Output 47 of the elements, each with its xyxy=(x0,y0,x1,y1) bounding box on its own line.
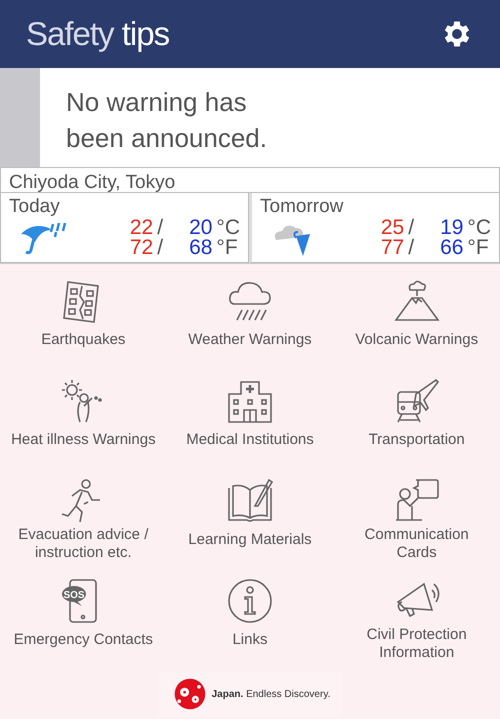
high-temperature: 72 xyxy=(130,238,154,258)
menu-item[interactable]: Transportation xyxy=(333,372,500,472)
high-temperature: 25 xyxy=(380,218,404,238)
separator: / xyxy=(157,238,164,258)
low-temperature: 66 xyxy=(440,238,464,258)
menu-label: Civil Protection Information xyxy=(366,626,467,663)
menu-item[interactable]: Links xyxy=(166,572,334,672)
menu-item[interactable]: Evacuation advice / instruction etc. xyxy=(0,472,167,572)
menu-label: Volcanic Warnings xyxy=(355,330,478,350)
menu-label: Heat illness Warnings xyxy=(11,430,156,450)
menu-item[interactable]: Medical Institutions xyxy=(166,372,334,472)
menu-label: Transportation xyxy=(368,430,465,450)
menu-label: Links xyxy=(232,630,268,650)
menu-item[interactable]: Volcanic Warnings xyxy=(333,272,500,372)
temperature-unit: °F xyxy=(216,238,239,258)
high-temperature: 22 xyxy=(130,218,154,238)
temperature-unit: °F xyxy=(467,238,490,258)
day-label: Today xyxy=(9,196,61,218)
low-temperature: 19 xyxy=(440,218,464,238)
menu-item[interactable]: Civil Protection Information xyxy=(333,572,500,672)
menu-item[interactable]: Earthquakes xyxy=(0,272,167,372)
temperature-unit: °C xyxy=(467,218,491,238)
day-label: Tomorrow xyxy=(260,196,344,218)
low-temperature: 68 xyxy=(189,238,212,258)
temperature-unit: °C xyxy=(216,218,240,238)
low-temperature: 20 xyxy=(189,218,212,238)
separator: / xyxy=(408,238,414,258)
menu-item[interactable]: Communication Cards xyxy=(333,472,500,572)
app-title: Safety tips xyxy=(26,15,170,53)
menu-item[interactable]: Learning Materials xyxy=(166,472,334,572)
menu-item[interactable]: Heat illness Warnings xyxy=(0,372,167,472)
menu-label: Learning Materials xyxy=(188,530,312,550)
menu-item[interactable]: SOS Emergency Contacts xyxy=(0,572,167,672)
location-label: Chiyoda City, Tokyo xyxy=(0,167,500,193)
menu-item[interactable]: Weather Warnings xyxy=(166,272,334,372)
separator: / xyxy=(408,218,414,238)
menu-label: Evacuation advice / instruction etc. xyxy=(18,526,148,563)
slogan: Japan. Endless Discovery. xyxy=(212,688,330,700)
menu-label: Emergency Contacts xyxy=(14,630,153,650)
menu-label: Medical Institutions xyxy=(186,430,314,450)
umbrella-rain-icon xyxy=(19,220,69,256)
separator: / xyxy=(157,218,164,238)
high-temperature: 77 xyxy=(380,238,404,258)
menu-label: Communication Cards xyxy=(364,526,469,563)
warning-message: No warning has been announced. xyxy=(65,86,267,155)
menu-label: Earthquakes xyxy=(41,330,126,350)
menu-label: Weather Warnings xyxy=(188,330,312,350)
